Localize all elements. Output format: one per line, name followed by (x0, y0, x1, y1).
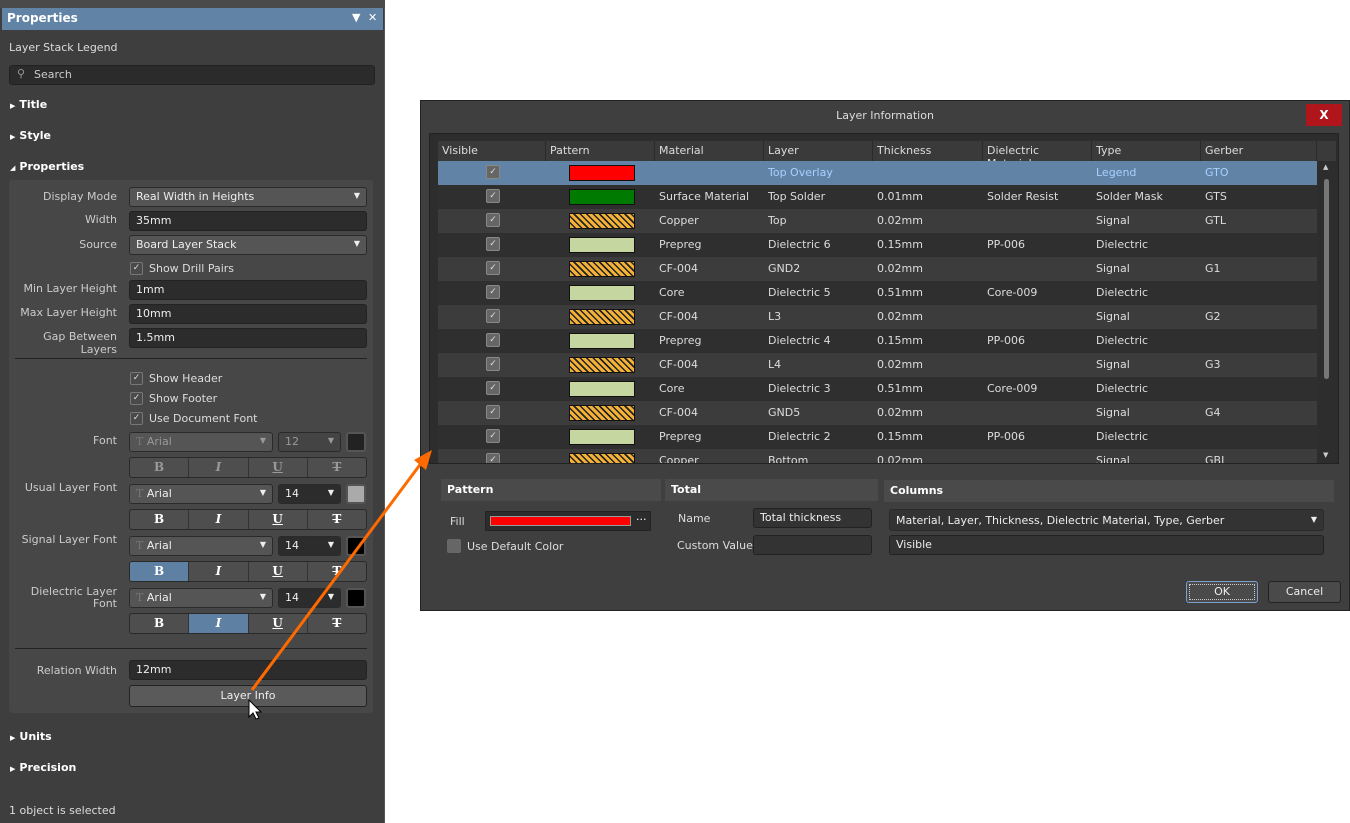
arrow-line (250, 461, 424, 691)
mouse-cursor-icon (248, 698, 263, 720)
annotation-arrow (248, 450, 432, 720)
